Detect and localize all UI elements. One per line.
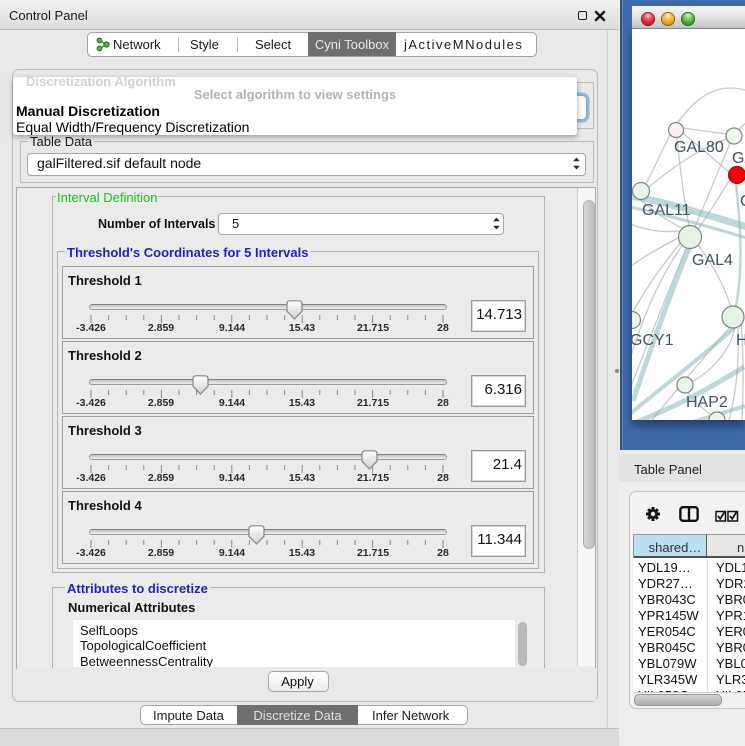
svg-text:HIS4: HIS4 xyxy=(736,332,745,349)
svg-text:GAL11: GAL11 xyxy=(642,202,691,219)
svg-text:GCY1: GCY1 xyxy=(632,332,674,349)
svg-text:C: C xyxy=(740,193,745,210)
svg-text:HAP2: HAP2 xyxy=(686,394,728,411)
svg-text:GAL3: GAL3 xyxy=(732,150,745,167)
svg-text:GAL4: GAL4 xyxy=(692,252,733,269)
svg-text:GAL80: GAL80 xyxy=(674,139,724,156)
